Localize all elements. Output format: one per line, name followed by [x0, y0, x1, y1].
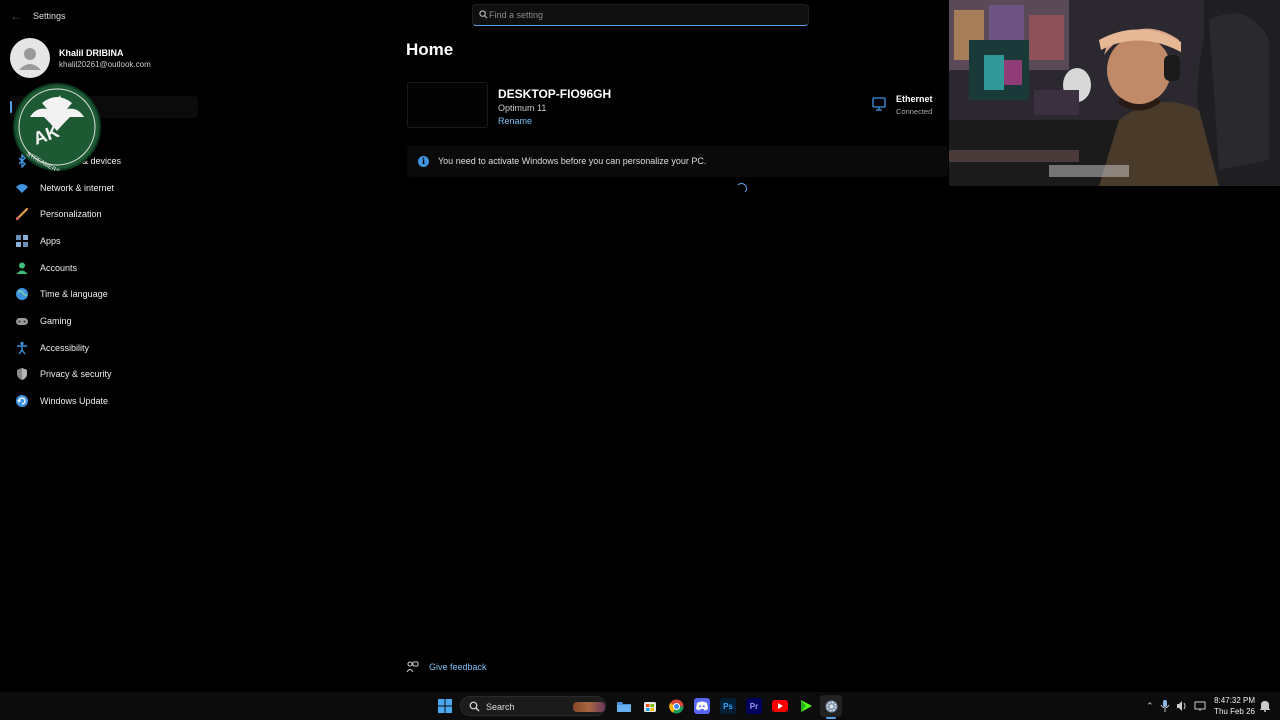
- pc-thumbnail: [407, 82, 488, 128]
- network-title[interactable]: Ethernet: [896, 94, 933, 104]
- feedback-icon: [406, 661, 419, 672]
- sidebar-item-windows-update[interactable]: Windows Update: [14, 390, 204, 412]
- sidebar-item-label: Personalization: [40, 209, 102, 219]
- give-feedback-link[interactable]: Give feedback: [406, 659, 487, 675]
- windows-start-icon[interactable]: [437, 698, 453, 714]
- rename-link[interactable]: Rename: [498, 116, 532, 126]
- clock-date: Thu Feb 26: [1214, 707, 1255, 716]
- find-setting-search[interactable]: [472, 4, 809, 26]
- ethernet-icon[interactable]: [871, 96, 887, 112]
- sidebar-item-label: Accounts: [40, 263, 78, 273]
- sidebar-item-apps[interactable]: Apps: [14, 230, 204, 252]
- sidebar-item-label: Windows Update: [40, 396, 109, 406]
- active-app-indicator: [826, 717, 836, 719]
- sidebar-item-privacy-security[interactable]: Privacy & security: [14, 363, 204, 385]
- taskbar: Search Ps Pr ⌃ 8:47:32 PM Thu Feb 26: [0, 692, 1280, 720]
- user-profile[interactable]: Khalil DRIBINA khalil20261@outlook.com: [10, 38, 210, 78]
- sidebar-item-personalization[interactable]: Personalization: [14, 203, 204, 225]
- sidebar-item-time-language[interactable]: Time & language: [14, 283, 204, 305]
- globe-icon: [14, 286, 30, 302]
- accessibility-icon: [14, 340, 30, 356]
- shield-icon: [14, 366, 30, 382]
- update-icon: [14, 393, 30, 409]
- banner-text: You need to activate Windows before you …: [438, 156, 707, 166]
- pc-name: DESKTOP-FIO96GH: [498, 87, 612, 101]
- avatar: [10, 38, 50, 78]
- search-input[interactable]: [489, 5, 789, 25]
- webcam-overlay: [949, 0, 1280, 186]
- file-explorer-icon[interactable]: [616, 698, 632, 714]
- youtube-icon[interactable]: [772, 698, 788, 714]
- sidebar-item-label: Time & language: [40, 289, 108, 299]
- premiere-icon[interactable]: Pr: [746, 698, 762, 714]
- speaker-icon[interactable]: [1176, 701, 1188, 711]
- sidebar-item-label: Privacy & security: [40, 369, 112, 379]
- settings-icon[interactable]: [823, 698, 839, 714]
- sidebar-item-label: Accessibility: [40, 343, 90, 353]
- page-title: Home: [406, 40, 454, 59]
- clock-time: 8:47:32 PM: [1214, 696, 1255, 705]
- streamer-logo-overlay: AK STREAMERS: [13, 83, 101, 171]
- search-icon: [469, 701, 480, 712]
- search-icon: [479, 10, 488, 19]
- pc-model: Optimum 11: [498, 103, 547, 113]
- brush-icon: [14, 206, 30, 222]
- wifi-icon: [14, 180, 30, 196]
- game-icon[interactable]: [798, 698, 814, 714]
- chevron-up-icon[interactable]: ⌃: [1146, 701, 1154, 712]
- network-status: Connected: [896, 107, 933, 116]
- discord-icon[interactable]: [694, 698, 710, 714]
- activation-banner: i You need to activate Windows before yo…: [407, 146, 948, 177]
- network-tray-icon[interactable]: [1194, 701, 1206, 711]
- user-name: Khalil DRIBINA: [59, 48, 124, 58]
- chrome-icon[interactable]: [668, 698, 684, 714]
- photoshop-icon[interactable]: Ps: [720, 698, 736, 714]
- taskbar-search-label: Search: [486, 702, 515, 712]
- sidebar-item-network[interactable]: Network & internet: [14, 177, 204, 199]
- microphone-icon[interactable]: [1160, 700, 1170, 712]
- clock[interactable]: 8:47:32 PM Thu Feb 26: [1213, 696, 1255, 716]
- sidebar-item-label: Apps: [40, 236, 61, 246]
- sidebar-item-accounts[interactable]: Accounts: [14, 257, 204, 279]
- info-icon: i: [418, 156, 429, 167]
- sidebar-item-accessibility[interactable]: Accessibility: [14, 337, 204, 359]
- app-title: Settings: [33, 11, 66, 21]
- user-email: khalil20261@outlook.com: [59, 60, 151, 69]
- sidebar-item-label: Network & internet: [40, 183, 115, 193]
- controller-icon: [14, 313, 30, 329]
- taskbar-search[interactable]: Search: [460, 696, 606, 716]
- store-icon[interactable]: [642, 698, 658, 714]
- feedback-label[interactable]: Give feedback: [429, 662, 487, 672]
- system-tray: ⌃: [1146, 698, 1206, 714]
- loading-spinner-icon: [736, 183, 747, 194]
- notification-bell-icon[interactable]: [1259, 700, 1271, 712]
- search-highlight-image: [573, 702, 605, 712]
- sidebar-item-label: Gaming: [40, 316, 72, 326]
- person-icon: [14, 260, 30, 276]
- user-silhouette-icon: [19, 48, 41, 70]
- apps-icon: [14, 233, 30, 249]
- sidebar-item-gaming[interactable]: Gaming: [14, 310, 204, 332]
- back-arrow-icon[interactable]: ←: [10, 9, 22, 23]
